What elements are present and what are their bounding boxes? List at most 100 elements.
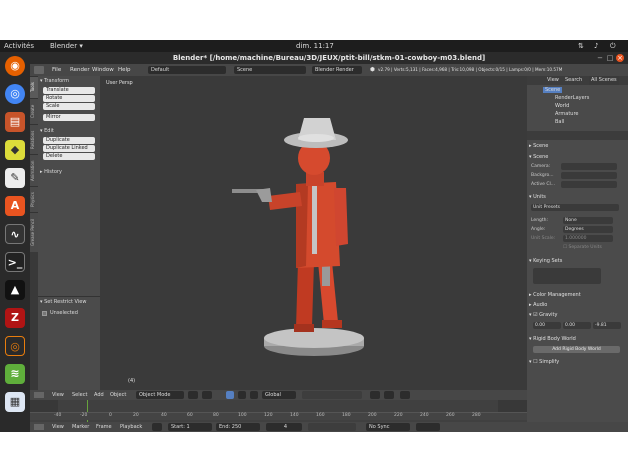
orientation-selector[interactable]: Global [262,391,296,399]
transform-panel-header[interactable]: ▾ Transform [40,77,98,86]
record-icon[interactable] [152,423,162,431]
timeline-menu-frame[interactable]: Frame [96,422,112,432]
files-icon[interactable]: ▤ [5,112,25,132]
separate-units-checkbox[interactable]: ☐ Separate Units [563,244,623,252]
pivot-icon[interactable] [202,391,212,399]
tab-animation[interactable]: Animation [30,154,38,186]
simplify-header[interactable]: ▾ ☐ Simplify [529,358,626,367]
outliner-row-world[interactable]: World [527,102,628,110]
editor-type-icon[interactable] [34,392,44,398]
document-icon[interactable]: ▦ [5,392,25,412]
render-icon[interactable] [400,391,410,399]
minimize-icon[interactable]: − [596,54,604,62]
mirror-button[interactable]: Mirror [43,114,95,121]
edit-panel-header[interactable]: ▾ Edit [40,127,98,136]
render-engine-selector[interactable]: Blender Render [312,66,362,74]
activities-button[interactable]: Activités [4,40,34,52]
proportional-edit-icon[interactable] [370,391,380,399]
layout-selector[interactable]: Default [148,66,226,74]
angle-select[interactable]: Degrees [563,226,613,233]
scene-panel-header[interactable]: ▾ Scene [529,153,626,162]
menu-view[interactable]: View [52,390,64,400]
mode-selector[interactable]: Object Mode [136,391,184,399]
app-icon[interactable]: ≋ [5,364,25,384]
keying-sets-list[interactable] [533,268,601,284]
outliner-display-mode[interactable]: All Scenes [589,76,619,85]
sync-selector[interactable]: No Sync [366,423,410,431]
menu-help[interactable]: Help [118,64,131,76]
volume-icon[interactable]: ♪ [594,40,598,52]
outliner-row-renderlayers[interactable]: RenderLayers [527,94,628,102]
unit-scale-field[interactable]: 1.000000 [563,235,613,242]
length-select[interactable]: None [563,217,613,224]
duplicate-linked-button[interactable]: Duplicate Linked [43,145,95,152]
timeline-menu-marker[interactable]: Marker [72,422,89,432]
close-icon[interactable]: × [616,54,624,62]
menu-window[interactable]: Window [92,64,114,76]
keying-sets-header[interactable]: ▾ Keying Sets [529,257,626,266]
layer-buttons[interactable] [302,391,362,399]
tab-relations[interactable]: Relations [30,124,38,154]
filezilla-icon[interactable]: Z [5,308,25,328]
keying-controls[interactable] [416,423,440,431]
tab-physics[interactable]: Physics [30,186,38,212]
editor-type-icon[interactable] [34,424,44,430]
menu-render[interactable]: Render [70,64,90,76]
menu-add[interactable]: Add [94,390,104,400]
tab-grease-pencil[interactable]: Grease Pencil [30,212,38,252]
unit-presets-menu[interactable]: Unit Presets [531,204,619,211]
cowboy-model[interactable] [100,76,527,390]
restrict-view-header[interactable]: ▾ Set Restrict View [40,298,98,307]
rotate-manipulator-icon[interactable] [250,391,258,399]
gimp-icon[interactable]: ◆ [5,140,25,160]
outliner-row-scene[interactable]: Scene [527,86,628,94]
unselected-checkbox[interactable] [42,311,47,316]
3d-viewport[interactable]: User Persp (4) [100,76,527,390]
maximize-icon[interactable]: □ [606,54,614,62]
app-menu[interactable]: Blender ▾ [50,40,83,52]
power-icon[interactable]: ⏻ [610,40,616,52]
menu-file[interactable]: File [52,64,61,76]
menu-select[interactable]: Select [72,390,87,400]
snap-icon[interactable] [384,391,394,399]
start-frame-field[interactable]: Start: 1 [168,423,212,431]
shading-icon[interactable] [188,391,198,399]
network-icon[interactable]: ⇅ [578,40,584,52]
tab-create[interactable]: Create [30,98,38,124]
text-editor-icon[interactable]: ✎ [5,168,25,188]
outliner-view-menu[interactable]: View [547,76,559,85]
inkscape-icon[interactable]: ▲ [5,280,25,300]
history-panel-header[interactable]: ▸ History [40,168,98,177]
timeline-menu-view[interactable]: View [52,422,64,432]
clock[interactable]: dim. 11:17 [296,40,334,52]
gravity-x-field[interactable]: 0.00 [533,322,561,329]
translate-manipulator-icon[interactable] [238,391,246,399]
editor-type-icon[interactable] [34,66,44,74]
duplicate-button[interactable]: Duplicate [43,137,95,144]
scale-button[interactable]: Scale [43,103,95,110]
outliner-search-menu[interactable]: Search [565,76,582,85]
menu-object[interactable]: Object [110,390,126,400]
delete-button[interactable]: Delete [43,153,95,160]
firefox-icon[interactable]: ◉ [5,56,25,76]
active-clip-field[interactable] [561,181,617,188]
chromium-icon[interactable]: ◎ [5,84,25,104]
current-frame-field[interactable]: 4 [266,423,302,431]
outliner-row-armature[interactable]: Armature [527,110,628,118]
outliner-row-ball[interactable]: Ball [527,118,628,126]
audio-header[interactable]: ▸ Audio [529,301,626,310]
scene-selector[interactable]: Scene [234,66,306,74]
background-field[interactable] [561,172,617,179]
add-rigid-body-world-button[interactable]: Add Rigid Body World [533,346,620,353]
color-management-header[interactable]: ▸ Color Management [529,291,626,300]
timeline[interactable]: -40 -20 0 20 40 60 80 100 120 140 160 18… [30,400,527,422]
translate-button[interactable]: Translate [43,87,95,94]
end-frame-field[interactable]: End: 250 [216,423,260,431]
rotate-button[interactable]: Rotate [43,95,95,102]
terminal-icon[interactable]: >_ [5,252,25,272]
gravity-z-field[interactable]: -9.81 [593,322,621,329]
camera-field[interactable] [561,163,617,170]
playback-controls[interactable] [308,423,356,431]
software-icon[interactable]: A [5,196,25,216]
system-monitor-icon[interactable]: ∿ [5,224,25,244]
